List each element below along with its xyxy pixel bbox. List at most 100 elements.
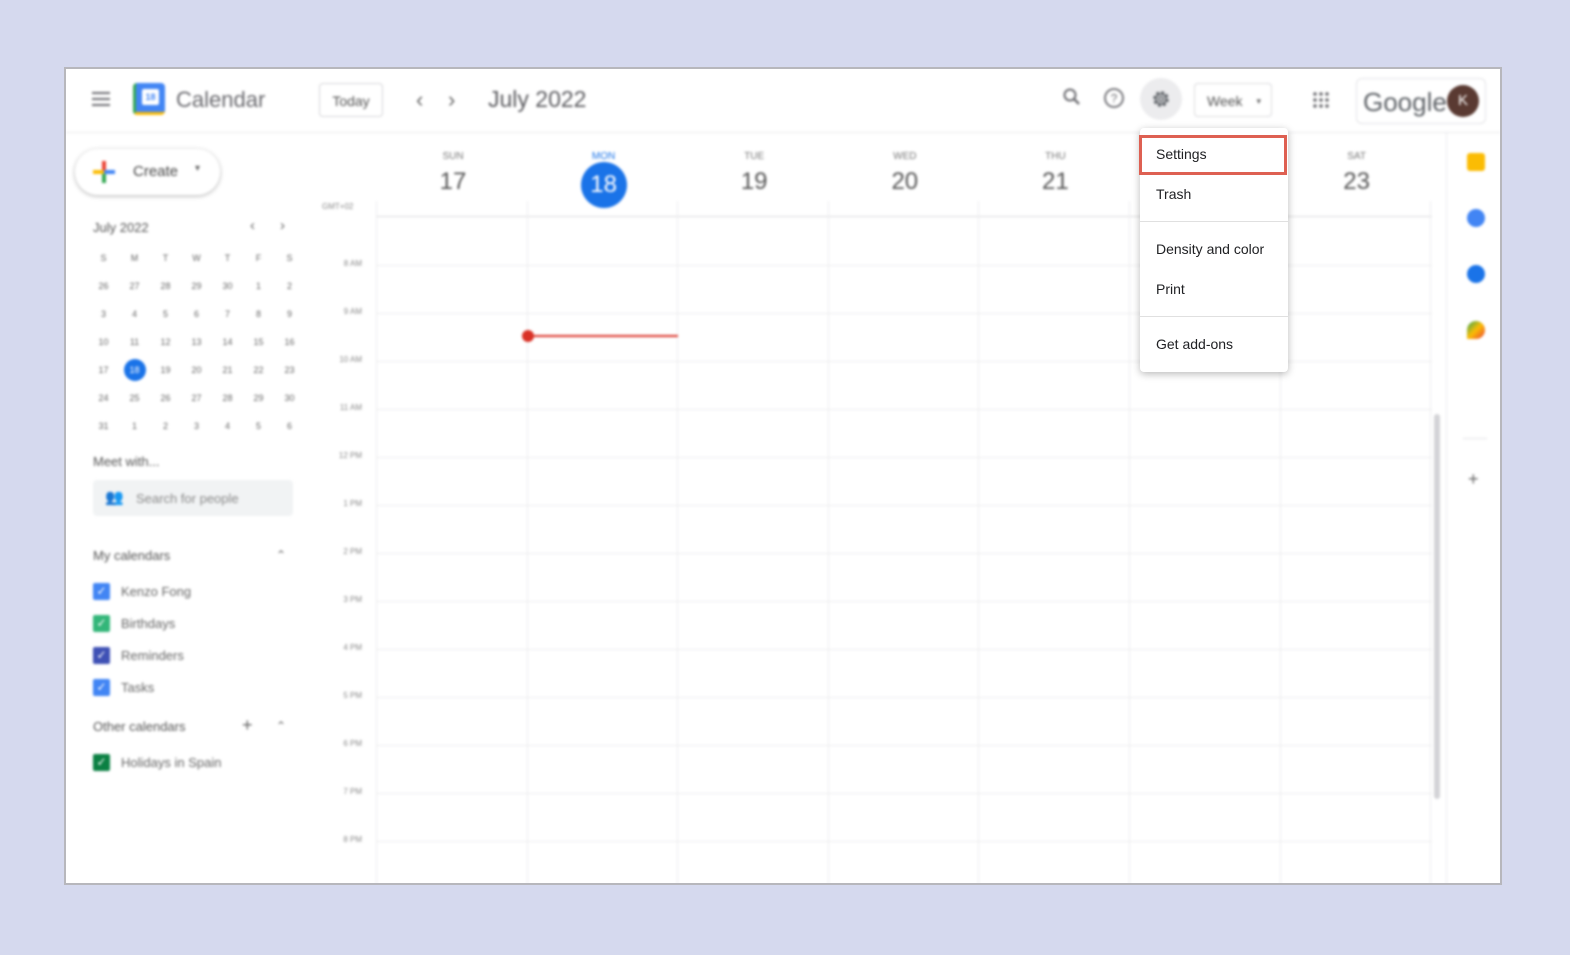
day-header[interactable]: MON 18 — [529, 151, 679, 208]
chevron-up-icon[interactable]: ⌃ — [276, 548, 286, 562]
mini-day[interactable]: 20 — [181, 359, 212, 387]
mini-day[interactable]: 5 — [150, 303, 181, 331]
mini-day[interactable]: 14 — [212, 331, 243, 359]
mini-day[interactable]: 15 — [243, 331, 274, 359]
menu-item-print[interactable]: Print — [1140, 269, 1288, 309]
checkbox-icon[interactable]: ✓ — [93, 615, 110, 632]
mini-day[interactable]: 24 — [88, 387, 119, 415]
day-header[interactable]: WED 20 — [830, 151, 980, 196]
mini-day[interactable]: 2 — [274, 275, 305, 303]
mini-day[interactable]: 27 — [181, 387, 212, 415]
day-number[interactable]: 23 — [1282, 168, 1432, 196]
mini-day[interactable]: 13 — [181, 331, 212, 359]
day-header[interactable]: SUN 17 — [378, 151, 528, 196]
help-icon[interactable]: ? — [1101, 87, 1127, 113]
mini-week-row: 17 18 19 20 21 22 23 — [88, 359, 308, 387]
mini-day[interactable]: 17 — [88, 359, 119, 387]
create-button[interactable]: Create ▾ — [75, 149, 220, 195]
today-button[interactable]: Today — [319, 83, 383, 117]
day-header[interactable]: SAT 23 — [1282, 151, 1432, 196]
mini-weekday-row: SMTWTFS — [88, 247, 308, 275]
mini-day[interactable]: 12 — [150, 331, 181, 359]
mini-day[interactable]: 26 — [88, 275, 119, 303]
mini-day[interactable]: 31 — [88, 415, 119, 443]
mini-day[interactable]: 6 — [274, 415, 305, 443]
mini-day[interactable]: 3 — [181, 415, 212, 443]
day-column-divider — [677, 201, 679, 883]
mini-day[interactable]: 22 — [243, 359, 274, 387]
mini-day[interactable]: 6 — [181, 303, 212, 331]
day-number[interactable]: 19 — [679, 168, 829, 196]
mini-day[interactable]: 18 — [119, 359, 150, 387]
mini-day[interactable]: 3 — [88, 303, 119, 331]
mini-day[interactable]: 1 — [243, 275, 274, 303]
mini-day[interactable]: 21 — [212, 359, 243, 387]
mini-next-icon[interactable]: › — [280, 217, 285, 234]
mini-day[interactable]: 7 — [212, 303, 243, 331]
scrollbar[interactable] — [1434, 414, 1440, 799]
chevron-right-icon[interactable]: › — [448, 87, 455, 113]
my-calendars-title[interactable]: My calendars — [93, 548, 170, 563]
mini-day[interactable]: 30 — [212, 275, 243, 303]
mini-day[interactable]: 29 — [243, 387, 274, 415]
mini-day[interactable]: 1 — [119, 415, 150, 443]
apps-grid-icon[interactable] — [1312, 91, 1330, 109]
day-header[interactable]: THU 21 — [980, 151, 1130, 196]
mini-day[interactable]: 9 — [274, 303, 305, 331]
mini-day[interactable]: 16 — [274, 331, 305, 359]
menu-item-trash[interactable]: Trash — [1140, 174, 1288, 214]
checkbox-icon[interactable]: ✓ — [93, 583, 110, 600]
menu-item-density-and-color[interactable]: Density and color — [1140, 229, 1288, 269]
day-header[interactable]: TUE 19 — [679, 151, 829, 196]
mini-day[interactable]: 28 — [212, 387, 243, 415]
avatar[interactable]: K — [1447, 85, 1479, 117]
mini-day[interactable]: 27 — [119, 275, 150, 303]
mini-prev-icon[interactable]: ‹ — [250, 217, 255, 234]
tasks-icon[interactable] — [1467, 209, 1485, 227]
mini-day[interactable]: 25 — [119, 387, 150, 415]
chevron-left-icon[interactable]: ‹ — [416, 87, 423, 113]
day-number[interactable]: 17 — [378, 168, 528, 196]
app-title: Calendar — [176, 87, 266, 112]
checkbox-icon[interactable]: ✓ — [93, 679, 110, 696]
view-selector[interactable]: Week ▾ — [1194, 83, 1272, 117]
timezone-label: GMT+02 — [322, 202, 354, 211]
mini-day[interactable]: 8 — [243, 303, 274, 331]
mini-day[interactable]: 11 — [119, 331, 150, 359]
mini-day[interactable]: 10 — [88, 331, 119, 359]
hour-label: 6 PM — [343, 739, 362, 748]
settings-gear-button[interactable] — [1140, 78, 1182, 120]
today-date[interactable]: 18 — [580, 162, 627, 208]
checkbox-icon[interactable]: ✓ — [93, 754, 110, 771]
mini-day[interactable]: 23 — [274, 359, 305, 387]
mini-day[interactable]: 28 — [150, 275, 181, 303]
add-calendar-icon[interactable]: + — [242, 715, 253, 736]
maps-icon[interactable] — [1467, 321, 1485, 339]
day-number[interactable]: 21 — [980, 168, 1130, 196]
mini-day[interactable]: 19 — [150, 359, 181, 387]
menu-item-settings[interactable]: Settings — [1140, 134, 1288, 174]
mini-day[interactable]: 30 — [274, 387, 305, 415]
mini-day[interactable]: 26 — [150, 387, 181, 415]
calendar-name: Reminders — [121, 648, 184, 663]
hour-line — [376, 505, 1432, 506]
menu-item-get-add-ons[interactable]: Get add-ons — [1140, 324, 1288, 364]
mini-day[interactable]: 29 — [181, 275, 212, 303]
mini-day[interactable]: 5 — [243, 415, 274, 443]
search-icon[interactable] — [1059, 87, 1085, 113]
day-number[interactable]: 20 — [830, 168, 980, 196]
mini-day[interactable]: 4 — [119, 303, 150, 331]
add-addon-icon[interactable]: + — [1468, 469, 1479, 490]
mini-day[interactable]: 4 — [212, 415, 243, 443]
main-menu-icon[interactable] — [92, 92, 110, 106]
mini-weekday: S — [100, 253, 107, 263]
account-area[interactable]: Google K — [1356, 78, 1486, 124]
mini-day[interactable]: 2 — [150, 415, 181, 443]
chevron-up-icon[interactable]: ⌃ — [276, 719, 286, 733]
side-panel-rail: + › — [1446, 133, 1500, 883]
checkbox-icon[interactable]: ✓ — [93, 647, 110, 664]
other-calendars-title[interactable]: Other calendars — [93, 719, 186, 734]
search-people-input[interactable]: 👥 Search for people — [93, 480, 293, 516]
contacts-icon[interactable] — [1467, 265, 1485, 283]
keep-icon[interactable] — [1467, 153, 1485, 171]
